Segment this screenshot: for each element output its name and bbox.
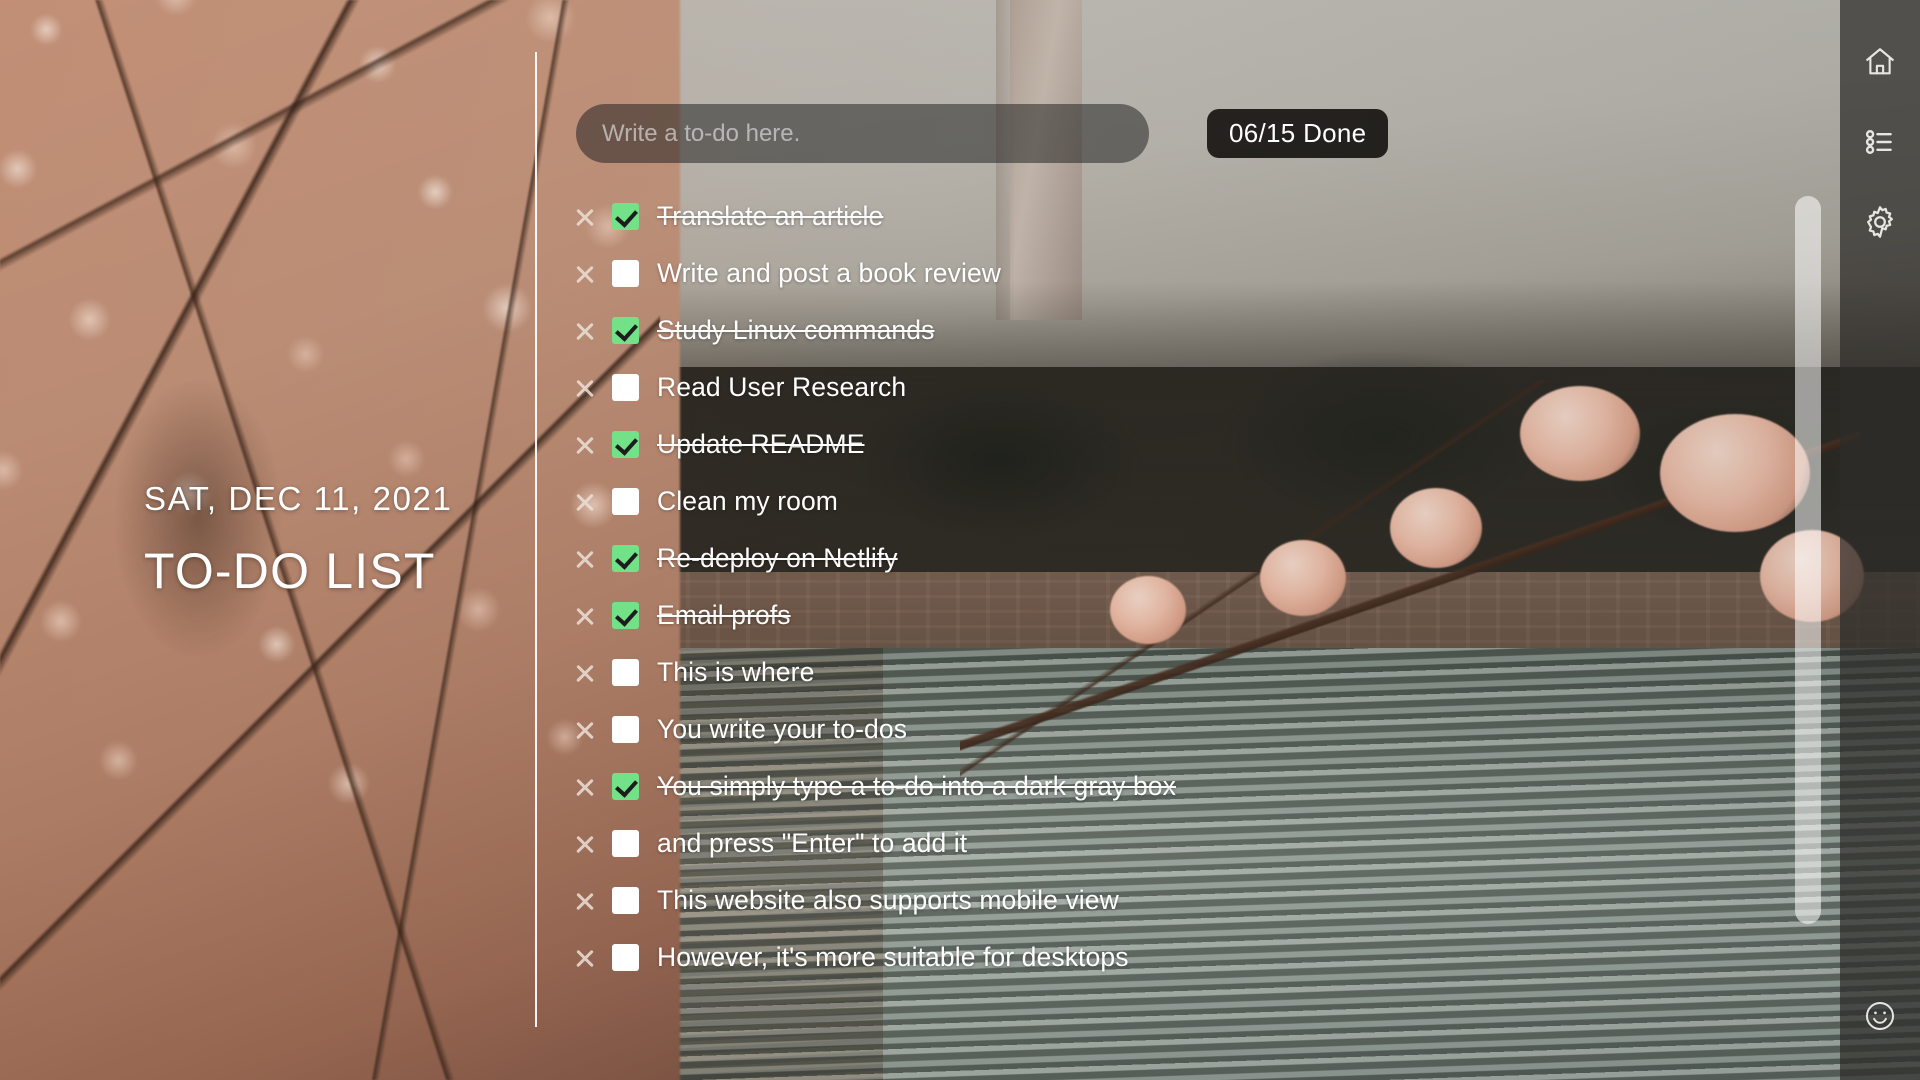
todo-list: Translate an article Write and post a boo… [535,188,1840,978]
todo-item: However, it's more suitable for desktops [566,929,1840,978]
home-icon [1863,45,1897,79]
rail-item-list[interactable] [1840,102,1920,182]
delete-todo-icon[interactable] [566,654,604,692]
todo-checkbox[interactable] [612,773,639,800]
list-icon [1863,125,1897,159]
todo-label: Write and post a book review [657,258,1002,288]
todo-checkbox[interactable] [612,887,639,914]
delete-todo-icon[interactable] [566,255,604,293]
progress-counter: 06/15 Done [1207,109,1389,158]
delete-todo-icon[interactable] [566,369,604,407]
todo-checkbox[interactable] [612,260,639,287]
todo-item: Email profs [566,587,1840,644]
todo-item: Update README [566,416,1840,473]
rail-item-settings[interactable] [1840,182,1920,262]
header-panel: SAT, DEC 11, 2021 TO-DO LIST [0,0,535,1080]
todo-checkbox[interactable] [612,944,639,971]
todo-checkbox[interactable] [612,545,639,572]
rail-item-about[interactable] [1840,976,1920,1056]
current-date: SAT, DEC 11, 2021 [144,480,453,517]
todo-checkbox[interactable] [612,374,639,401]
todo-label: Re-deploy on Netlify [657,543,898,573]
todo-item: This is where [566,644,1840,701]
todo-label: You write your to-dos [657,714,908,744]
todo-label: Clean my room [657,486,838,516]
todo-label: This is where [657,657,815,687]
right-toolbar [1840,0,1920,1080]
todo-checkbox[interactable] [612,317,639,344]
todo-checkbox[interactable] [612,659,639,686]
gear-icon [1862,204,1898,240]
delete-todo-icon[interactable] [566,711,604,749]
todo-checkbox[interactable] [612,716,639,743]
delete-todo-icon[interactable] [566,483,604,521]
todo-item: Study Linux commands [566,302,1840,359]
delete-todo-icon[interactable] [566,426,604,464]
delete-todo-icon[interactable] [566,825,604,863]
list-scrollbar[interactable] [1795,196,1821,924]
delete-todo-icon[interactable] [566,939,604,977]
delete-todo-icon[interactable] [566,882,604,920]
todo-label: This website also supports mobile view [657,885,1119,915]
todo-item: and press "Enter" to add it [566,815,1840,872]
delete-todo-icon[interactable] [566,768,604,806]
todo-input[interactable] [576,104,1149,163]
todo-label: and press "Enter" to add it [657,828,968,858]
page-title: TO-DO LIST [144,543,436,599]
main-content: 06/15 Done Translate an article Write and… [535,0,1840,1080]
todo-item: Write and post a book review [566,245,1840,302]
todo-item: This website also supports mobile view [566,872,1840,929]
delete-todo-icon[interactable] [566,198,604,236]
todo-item: You write your to-dos [566,701,1840,758]
todo-checkbox[interactable] [612,203,639,230]
composer-bar: 06/15 Done [576,104,1389,163]
todo-item: Re-deploy on Netlify [566,530,1840,587]
todo-item: Clean my room [566,473,1840,530]
todo-item: Translate an article [566,188,1840,245]
todo-item: Read User Research [566,359,1840,416]
smiley-icon [1863,999,1897,1033]
todo-checkbox[interactable] [612,602,639,629]
todo-label: Translate an article [657,201,884,231]
delete-todo-icon[interactable] [566,312,604,350]
delete-todo-icon[interactable] [566,540,604,578]
todo-checkbox[interactable] [612,830,639,857]
todo-label: Email profs [657,600,791,630]
todo-list-scroll-area[interactable]: Translate an article Write and post a boo… [535,188,1840,978]
todo-label: Study Linux commands [657,315,935,345]
todo-item: You simply type a to-do into a dark gray… [566,758,1840,815]
todo-label: You simply type a to-do into a dark gray… [657,771,1176,801]
rail-item-home[interactable] [1840,22,1920,102]
todo-label: Read User Research [657,372,907,402]
todo-checkbox[interactable] [612,488,639,515]
todo-checkbox[interactable] [612,431,639,458]
todo-label: However, it's more suitable for desktops [657,942,1129,972]
delete-todo-icon[interactable] [566,597,604,635]
scrollbar-thumb[interactable] [1795,196,1821,924]
todo-label: Update README [657,429,865,459]
